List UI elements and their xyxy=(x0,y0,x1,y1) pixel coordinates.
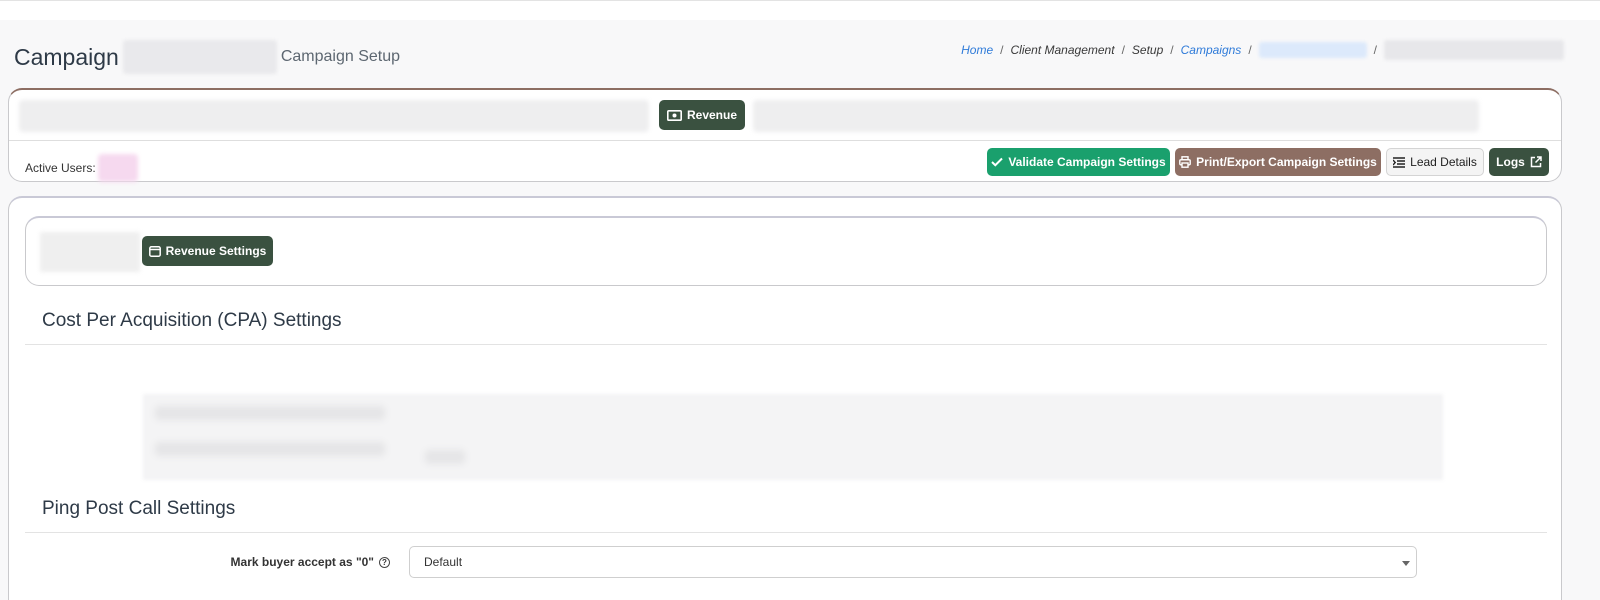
tab-revenue[interactable]: Revenue xyxy=(659,100,745,130)
revenue-panel: Revenue Settings Cost Per Acquisition (C… xyxy=(8,196,1562,600)
breadcrumb-separator: / xyxy=(1000,43,1004,57)
help-icon[interactable]: ? xyxy=(379,556,390,568)
subnav-redacted[interactable] xyxy=(40,232,140,272)
page-subtitle: Campaign Setup xyxy=(280,48,401,65)
breadcrumb-campaign-redacted[interactable] xyxy=(1258,42,1367,58)
divider xyxy=(25,532,1547,533)
breadcrumb: Home / Client Management / Setup / Campa… xyxy=(961,40,1564,60)
lead-details-button[interactable]: Lead Details xyxy=(1386,148,1484,176)
logs-label: Logs xyxy=(1496,155,1525,169)
breadcrumb-setup: Setup xyxy=(1131,43,1164,57)
wallet-icon xyxy=(148,245,161,257)
top-bar xyxy=(0,0,1600,20)
divider xyxy=(25,344,1547,345)
ping-post-call-heading: Ping Post Call Settings xyxy=(42,498,236,519)
breadcrumb-separator: / xyxy=(1248,43,1252,57)
campaign-name-redacted xyxy=(122,40,277,74)
active-users-label: Active Users: xyxy=(25,161,96,175)
revenue-settings-label: Revenue Settings xyxy=(165,244,267,258)
tabs-redacted-left[interactable] xyxy=(19,100,649,132)
validate-campaign-button[interactable]: Validate Campaign Settings xyxy=(987,148,1170,176)
cash-icon xyxy=(666,109,682,121)
page-title: Campaign Campaign Setup xyxy=(14,40,400,74)
revenue-subnav-card: Revenue Settings xyxy=(25,216,1547,286)
redacted-row xyxy=(425,450,465,464)
breadcrumb-client-management: Client Management xyxy=(1010,43,1115,57)
tab-bar: Revenue xyxy=(19,98,1479,134)
breadcrumb-separator: / xyxy=(1170,43,1174,57)
lead-details-label: Lead Details xyxy=(1410,155,1477,169)
divider xyxy=(9,140,1561,141)
breadcrumb-current-redacted xyxy=(1384,40,1564,60)
logs-button[interactable]: Logs xyxy=(1489,148,1549,176)
mark-buyer-accept-label: Mark buyer accept as "0" xyxy=(230,555,374,569)
breadcrumb-campaigns[interactable]: Campaigns xyxy=(1181,43,1242,57)
print-export-button[interactable]: Print/Export Campaign Settings xyxy=(1175,148,1381,176)
tab-revenue-label: Revenue xyxy=(686,108,738,122)
mark-buyer-accept-value: Default xyxy=(424,555,463,569)
external-link-icon xyxy=(1530,156,1542,168)
printer-icon xyxy=(1179,156,1192,168)
check-icon xyxy=(991,157,1004,167)
mark-buyer-accept-label-group: Mark buyer accept as "0" ? xyxy=(231,555,390,569)
mark-buyer-accept-select[interactable]: Default xyxy=(409,546,1417,578)
validate-campaign-label: Validate Campaign Settings xyxy=(1008,155,1166,169)
cpa-settings-redacted xyxy=(143,394,1443,480)
page-title-text: Campaign xyxy=(14,43,119,70)
redacted-row xyxy=(155,442,385,456)
active-users: Active Users: xyxy=(25,154,138,182)
cpa-settings-heading: Cost Per Acquisition (CPA) Settings xyxy=(42,310,342,331)
breadcrumb-home[interactable]: Home xyxy=(961,43,993,57)
campaign-nav-card: Revenue Active Users: Validate Campaign … xyxy=(8,88,1562,182)
print-export-label: Print/Export Campaign Settings xyxy=(1196,155,1377,169)
chevron-down-icon xyxy=(1402,561,1410,566)
mark-buyer-accept-row: Mark buyer accept as "0" ? Default xyxy=(25,544,1547,580)
list-indent-icon xyxy=(1393,156,1406,168)
redacted-row xyxy=(155,406,385,420)
breadcrumb-separator: / xyxy=(1373,43,1377,57)
revenue-settings-button[interactable]: Revenue Settings xyxy=(142,236,273,266)
action-bar: Validate Campaign Settings Print/Export … xyxy=(987,148,1549,176)
breadcrumb-separator: / xyxy=(1121,43,1125,57)
active-users-avatars-redacted xyxy=(97,154,138,182)
tabs-redacted-right[interactable] xyxy=(753,100,1479,132)
